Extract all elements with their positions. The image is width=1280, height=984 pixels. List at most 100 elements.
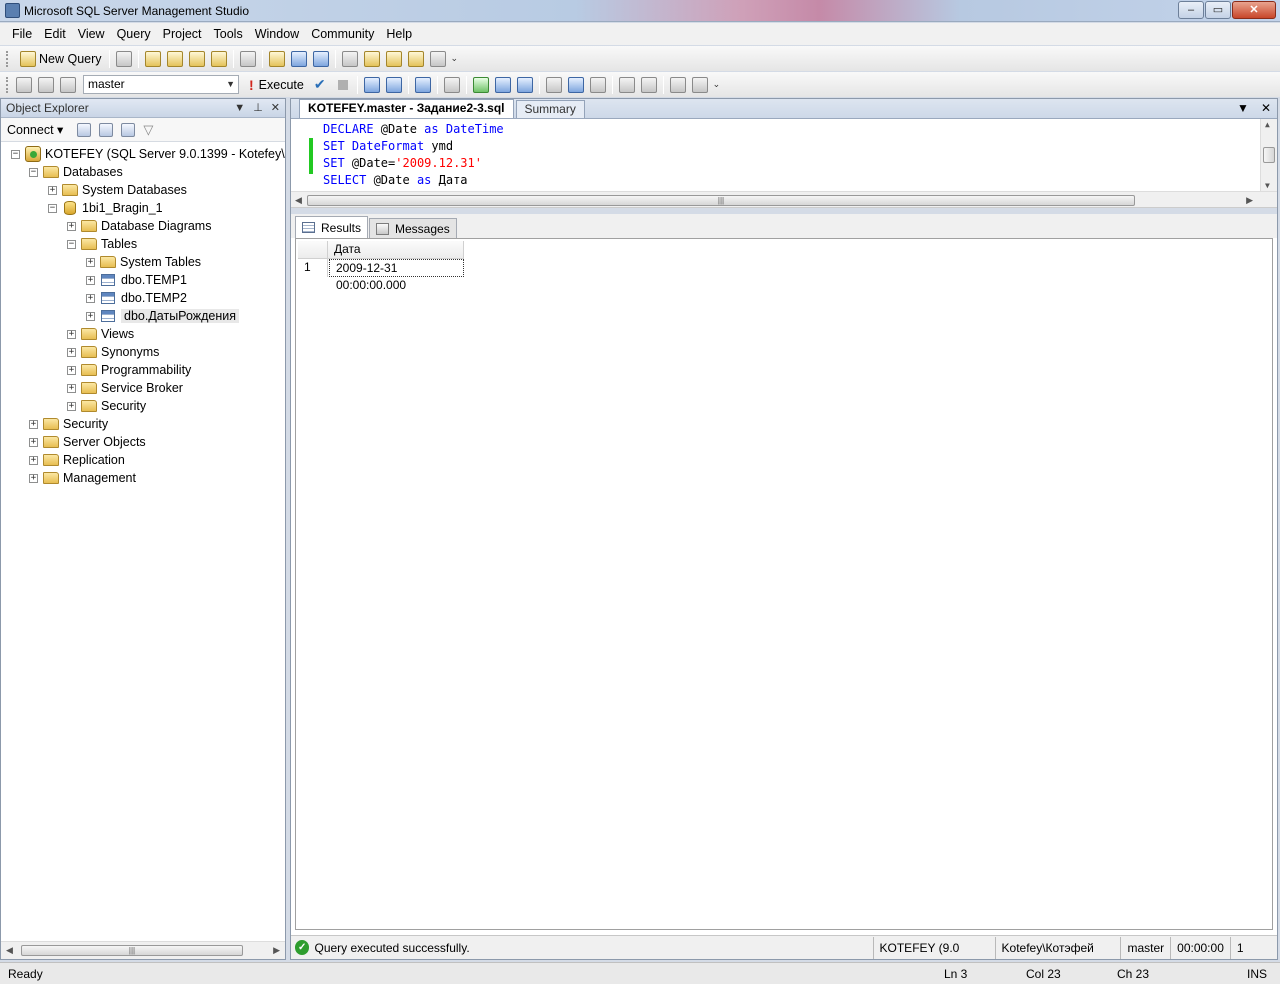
tree-node[interactable]: + Database Diagrams	[67, 217, 211, 235]
expand-icon[interactable]: +	[86, 275, 95, 285]
change-connection-icon[interactable]	[60, 76, 76, 93]
xmla-query-icon[interactable]	[210, 50, 227, 67]
tree-node[interactable]: + dbo.ДатыРождения	[86, 307, 240, 325]
expand-icon[interactable]: +	[86, 257, 95, 267]
code-line[interactable]: SET DateFormat ymd	[323, 138, 453, 155]
scrollbar-thumb[interactable]: |||	[21, 945, 243, 956]
expand-icon[interactable]: +	[67, 383, 76, 393]
tab-messages[interactable]: Messages	[369, 218, 457, 238]
connect-button[interactable]: Connect ▾	[7, 122, 63, 137]
tree-node[interactable]: + dbo.TEMP1	[86, 271, 187, 289]
toolbar-grip[interactable]	[6, 76, 9, 93]
menu-view[interactable]: View	[72, 23, 111, 45]
include-actual-plan-icon[interactable]	[472, 76, 489, 93]
minimize-button[interactable]: –	[1178, 1, 1204, 19]
dmx-query-icon[interactable]	[188, 50, 205, 67]
tree-node[interactable]: + Synonyms	[67, 343, 159, 361]
grid-corner-header[interactable]	[298, 241, 328, 259]
increase-indent-icon[interactable]	[691, 76, 708, 93]
toolbar-overflow-icon[interactable]: ⌄	[713, 79, 721, 90]
close-icon[interactable]: ✕	[271, 99, 280, 117]
scroll-up-icon[interactable]: ▲	[1265, 120, 1270, 129]
client-statistics-icon[interactable]	[494, 76, 511, 93]
parse-check-icon[interactable]: ✔	[314, 76, 326, 93]
analysis-services-query-icon[interactable]	[166, 50, 183, 67]
menu-query[interactable]: Query	[111, 23, 157, 45]
tree-node[interactable]: − Tables	[67, 235, 137, 253]
sql-editor[interactable]: DECLARE @Date as DateTime SET DateFormat …	[291, 119, 1277, 191]
scroll-right-icon[interactable]: ▶	[1246, 195, 1253, 206]
results-to-text-icon[interactable]	[516, 76, 533, 93]
expand-icon[interactable]: +	[29, 455, 38, 465]
tree-node[interactable]: + Views	[67, 325, 134, 343]
tab-results[interactable]: Results	[295, 216, 369, 238]
new-query-button[interactable]: New Query	[17, 50, 102, 67]
scroll-left-icon[interactable]: ◀	[6, 945, 13, 956]
expand-icon[interactable]: +	[86, 293, 95, 303]
editor-horizontal-scrollbar[interactable]: ◀ ||| ▶	[291, 191, 1277, 208]
toolbar-grip[interactable]	[6, 50, 9, 67]
expand-icon[interactable]: +	[29, 419, 38, 429]
menu-project[interactable]: Project	[157, 23, 208, 45]
design-query-icon[interactable]	[414, 76, 431, 93]
scrollbar-thumb[interactable]: |||	[307, 195, 1135, 206]
collapse-icon[interactable]: −	[11, 149, 20, 159]
connect-icon[interactable]	[16, 76, 32, 93]
expand-icon[interactable]: +	[67, 329, 76, 339]
tree-node[interactable]: + Server Objects	[29, 433, 146, 451]
menu-window[interactable]: Window	[249, 23, 305, 45]
menu-community[interactable]: Community	[305, 23, 380, 45]
close-button[interactable]: ✕	[1232, 1, 1276, 19]
template-explorer-icon[interactable]	[407, 50, 424, 67]
tree-node[interactable]: + System Tables	[86, 253, 201, 271]
scrollbar-thumb[interactable]	[1263, 147, 1275, 163]
uncomment-icon[interactable]	[640, 76, 657, 93]
expand-icon[interactable]: +	[29, 473, 38, 483]
menu-edit[interactable]: Edit	[38, 23, 72, 45]
refresh-icon[interactable]	[121, 122, 136, 137]
expand-icon[interactable]: +	[67, 347, 76, 357]
expand-icon[interactable]: +	[86, 311, 95, 321]
registered-servers-icon[interactable]	[341, 50, 358, 67]
intellisense-icon[interactable]	[443, 76, 460, 93]
query-options-icon[interactable]	[385, 76, 402, 93]
collapse-icon[interactable]: −	[29, 167, 38, 177]
code-line[interactable]: SELECT @Date as Дата	[323, 172, 468, 189]
results-to-file-icon[interactable]	[589, 76, 606, 93]
filter-icon[interactable]: ▽	[143, 122, 153, 138]
tree-node[interactable]: + Replication	[29, 451, 125, 469]
code-line[interactable]: DECLARE @Date as DateTime	[323, 121, 504, 138]
display-estimated-plan-icon[interactable]	[363, 76, 380, 93]
tree-node[interactable]: + Service Broker	[67, 379, 183, 397]
new-file-icon[interactable]	[115, 50, 132, 67]
grid-cell[interactable]: 2009-12-31 00:00:00.000	[329, 259, 464, 292]
tree-node[interactable]: + Programmability	[67, 361, 191, 379]
collapse-icon[interactable]: −	[48, 203, 57, 213]
collapse-icon[interactable]: −	[67, 239, 76, 249]
vertical-scrollbar[interactable]: ▲ ▼	[1260, 119, 1277, 191]
properties-window-icon[interactable]	[429, 50, 446, 67]
menu-file[interactable]: File	[6, 23, 38, 45]
disconnect-icon[interactable]	[77, 122, 92, 137]
disconnect-icon[interactable]	[38, 76, 54, 93]
decrease-indent-icon[interactable]	[669, 76, 686, 93]
menu-help[interactable]: Help	[380, 23, 418, 45]
results-to-grid-icon[interactable]	[567, 76, 584, 93]
database-engine-query-icon[interactable]	[144, 50, 161, 67]
tree-node[interactable]: + Security	[29, 415, 108, 433]
expand-icon[interactable]: +	[29, 437, 38, 447]
summary-icon[interactable]	[363, 50, 380, 67]
tab-summary[interactable]: Summary	[515, 100, 585, 118]
comment-icon[interactable]	[618, 76, 635, 93]
sql-mobile-query-icon[interactable]	[239, 50, 256, 67]
code-line[interactable]: SET @Date='2009.12.31'	[323, 155, 482, 172]
toolbar-overflow-icon[interactable]: ⌄	[451, 53, 459, 64]
window-position-icon[interactable]: ▼	[234, 99, 245, 117]
scroll-left-icon[interactable]: ◀	[295, 195, 302, 206]
scroll-right-icon[interactable]: ▶	[273, 945, 280, 956]
tree-node[interactable]: + System Databases	[48, 181, 187, 199]
open-file-icon[interactable]	[268, 50, 285, 67]
tree-node[interactable]: + Management	[29, 469, 136, 487]
scroll-down-icon[interactable]: ▼	[1265, 181, 1270, 190]
tab-query-file[interactable]: KOTEFEY.master - Задание2-3.sql	[299, 99, 514, 118]
